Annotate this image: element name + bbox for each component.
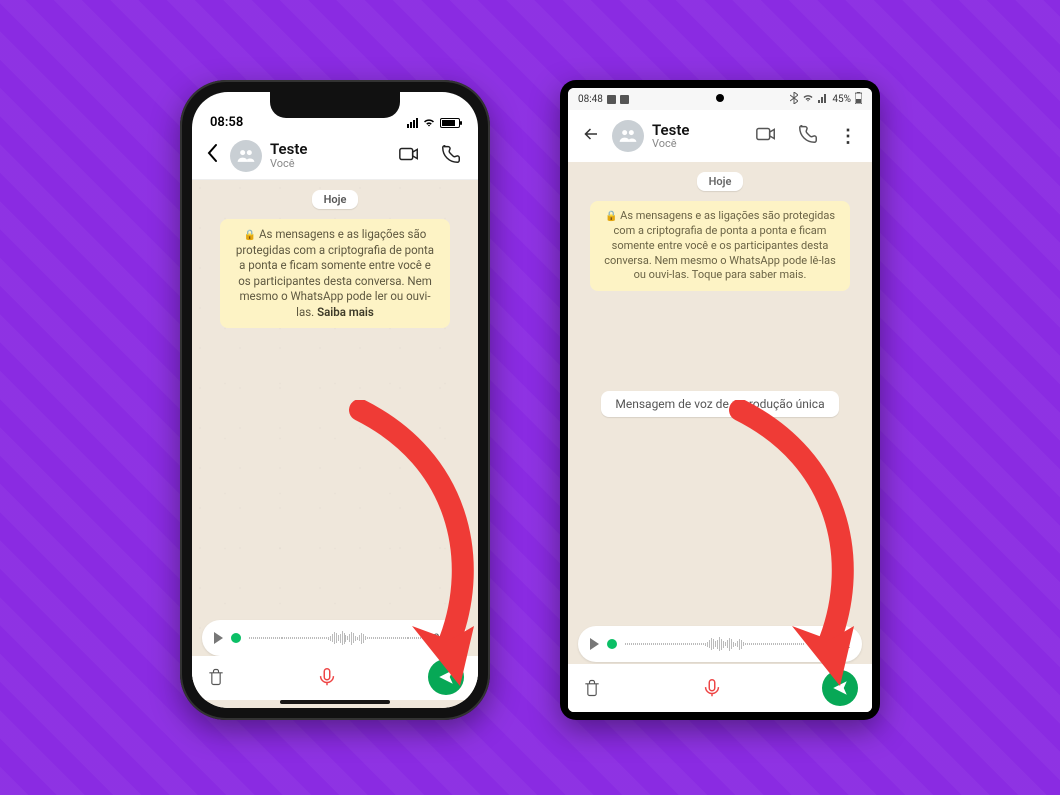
voice-message-preview[interactable]: 0:06: [202, 620, 468, 656]
contact-subtitle: Você: [652, 138, 741, 150]
encryption-notice[interactable]: 🔒 As mensagens e as ligações são protegi…: [590, 201, 850, 291]
mic-icon[interactable]: [701, 677, 723, 699]
signal-icon: [818, 93, 828, 106]
battery-icon: [855, 92, 862, 107]
contact-name: Teste: [652, 122, 741, 139]
send-button[interactable]: [428, 659, 464, 695]
android-screen: 08:48 45%: [568, 88, 872, 712]
camera-hole: [716, 94, 724, 102]
ios-status-time: 08:58: [210, 115, 243, 130]
date-pill: Hoje: [312, 190, 359, 209]
play-icon[interactable]: [214, 632, 223, 644]
battery-icon: [440, 118, 460, 128]
play-icon[interactable]: [590, 638, 599, 650]
voice-call-button[interactable]: [791, 123, 825, 149]
voice-duration: 0:06: [433, 631, 456, 645]
wifi-icon: [802, 93, 814, 105]
encryption-link[interactable]: Saiba mais: [317, 305, 374, 319]
encryption-notice[interactable]: 🔒 As mensagens e as ligações são protegi…: [220, 219, 450, 328]
voice-duration: 0:02: [827, 637, 850, 651]
iphone-device-frame: 08:58 Teste Você: [180, 80, 490, 720]
playback-position-dot[interactable]: [231, 633, 241, 643]
wifi-icon: [422, 116, 436, 130]
waveform: [625, 636, 819, 652]
contact-name: Teste: [270, 141, 384, 158]
android-status-time: 08:48: [578, 94, 603, 105]
lock-icon: 🔒: [244, 230, 256, 241]
notification-icon: [620, 95, 629, 104]
chat-title[interactable]: Teste Você: [652, 122, 741, 151]
playback-position-dot[interactable]: [607, 639, 617, 649]
group-avatar-icon[interactable]: [612, 120, 644, 152]
chat-body[interactable]: Hoje 🔒 As mensagens e as ligações são pr…: [568, 162, 872, 712]
android-device-frame: 08:48 45%: [560, 80, 880, 720]
video-call-button[interactable]: [749, 123, 783, 149]
lock-icon: 🔒: [605, 211, 617, 222]
voice-input-row: [568, 664, 872, 712]
delete-voice-button[interactable]: [582, 678, 602, 698]
chat-body[interactable]: Hoje 🔒 As mensagens e as ligações são pr…: [192, 180, 478, 708]
delete-voice-button[interactable]: [206, 667, 226, 687]
waveform: [249, 630, 425, 646]
chat-title[interactable]: Teste Você: [270, 141, 384, 170]
signal-bars-icon: [407, 118, 418, 128]
chat-header: Teste Você ⋮: [568, 110, 872, 162]
voice-once-toast: Mensagem de voz de reprodução única: [601, 391, 838, 417]
iphone-notch: [270, 92, 400, 118]
mic-icon[interactable]: [316, 666, 338, 688]
notification-icon: [607, 95, 616, 104]
bluetooth-icon: [790, 92, 798, 107]
voice-message-preview[interactable]: 0:02: [578, 626, 862, 662]
voice-call-button[interactable]: [434, 143, 468, 169]
back-button[interactable]: [202, 143, 222, 169]
battery-text: 45%: [832, 94, 851, 105]
home-indicator[interactable]: [280, 700, 390, 704]
more-options-button[interactable]: ⋮: [833, 126, 862, 147]
back-button[interactable]: [578, 124, 604, 149]
date-pill: Hoje: [697, 172, 744, 191]
group-avatar-icon[interactable]: [230, 140, 262, 172]
voice-input-row: [192, 656, 478, 700]
chat-header: Teste Você: [192, 132, 478, 180]
contact-subtitle: Você: [270, 158, 384, 170]
video-call-button[interactable]: [392, 143, 426, 169]
iphone-screen: 08:58 Teste Você: [192, 92, 478, 708]
send-button[interactable]: [822, 670, 858, 706]
encryption-text: As mensagens e as ligações são protegida…: [604, 209, 836, 281]
